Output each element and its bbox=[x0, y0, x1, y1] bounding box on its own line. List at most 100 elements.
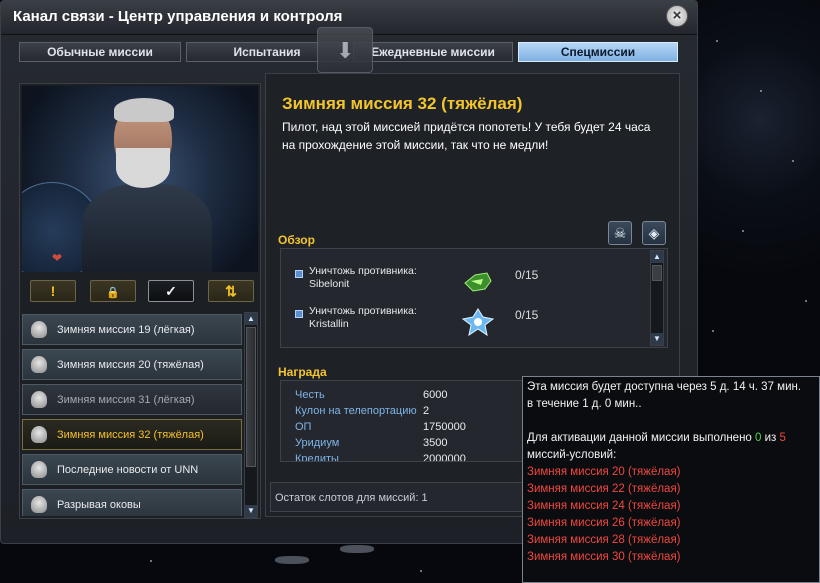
skull-icon bbox=[31, 461, 47, 478]
star bbox=[712, 330, 714, 332]
skull-icon bbox=[31, 356, 47, 373]
skull-icon bbox=[31, 391, 47, 408]
background-ship bbox=[340, 545, 374, 553]
reward-row: Уридиум 3500 bbox=[295, 437, 535, 453]
lock-icon: 🔒 bbox=[106, 287, 120, 299]
mission-list: Зимняя миссия 19 (лёгкая) Зимняя миссия … bbox=[22, 312, 242, 516]
mission-list-item[interactable]: Разрывая оковы bbox=[22, 489, 242, 516]
mission-name: Зимняя миссия 31 (лёгкая) bbox=[57, 394, 195, 406]
mission-name: Зимняя миссия 20 (тяжёлая) bbox=[57, 359, 204, 371]
mission-list-item[interactable]: Зимняя миссия 19 (лёгкая) bbox=[22, 314, 242, 345]
filter-sort-button[interactable]: ⇅ bbox=[208, 280, 254, 302]
reward-name: ОП bbox=[295, 421, 312, 433]
exclamation-icon: ! bbox=[50, 283, 56, 299]
objectives-scrollbar[interactable]: ▲ ▼ bbox=[650, 250, 664, 346]
reward-name: Уридиум bbox=[295, 437, 340, 449]
filter-locked-button[interactable]: 🔒 bbox=[90, 280, 136, 302]
filter-completed-button[interactable]: ✓ bbox=[148, 280, 194, 302]
objective-action: Уничтожь противника: bbox=[309, 265, 417, 277]
star bbox=[716, 40, 718, 42]
scroll-up-icon[interactable]: ▲ bbox=[245, 313, 257, 325]
required-mission: Зимняя миссия 24 (тяжёлая) bbox=[527, 500, 681, 512]
map-button[interactable]: ◈ bbox=[642, 221, 666, 245]
skull-icon bbox=[31, 426, 47, 443]
objective-text: Уничтожь противника: Kristallin bbox=[309, 305, 417, 331]
tooltip-duration: в течение 1 д. 0 мин.. bbox=[527, 398, 642, 410]
objective-row: Уничтожь противника: Kristallin 0/15 bbox=[295, 305, 655, 341]
star bbox=[420, 570, 422, 572]
mission-name: Зимняя миссия 32 (тяжёлая) bbox=[57, 429, 204, 441]
skull-filter-button[interactable]: ☠ bbox=[608, 221, 632, 245]
window-title: Канал связи - Центр управления и контрол… bbox=[13, 8, 343, 25]
scroll-down-icon[interactable]: ▼ bbox=[651, 333, 663, 345]
objective-progress: 0/15 bbox=[515, 308, 539, 322]
tooltip-spacer bbox=[527, 413, 815, 430]
tooltip-activation-status: Для активации данной миссии выполнено 0 … bbox=[527, 430, 815, 447]
mission-filters: ! 🔒 ✓ ⇅ bbox=[28, 280, 258, 304]
objective-row: Уничтожь противника: Sibelonit 0/15 bbox=[295, 265, 655, 301]
star bbox=[792, 160, 794, 162]
tab-regular-missions[interactable]: Обычные миссии bbox=[19, 42, 181, 62]
star bbox=[742, 230, 744, 232]
checkmark-icon: ✓ bbox=[165, 283, 177, 299]
mission-name: Разрывая оковы bbox=[57, 499, 141, 511]
tab-daily-missions[interactable]: Ежедневные миссии bbox=[353, 42, 513, 62]
objective-bullet-icon bbox=[295, 310, 303, 318]
mission-name: Последние новости от UNN bbox=[57, 464, 199, 476]
drag-handle[interactable]: ⬇ bbox=[317, 27, 373, 73]
mission-list-item-selected[interactable]: Зимняя миссия 32 (тяжёлая) bbox=[22, 419, 242, 450]
commander-beard bbox=[116, 148, 170, 188]
reward-value: 6000 bbox=[423, 389, 448, 401]
required-mission: Зимняя миссия 20 (тяжёлая) bbox=[527, 466, 681, 478]
reward-row: Честь 6000 bbox=[295, 389, 535, 405]
mission-slots-remaining: Остаток слотов для миссий: 1 bbox=[270, 482, 526, 512]
objective-text: Уничтожь противника: Sibelonit bbox=[309, 265, 417, 291]
close-button[interactable]: × bbox=[666, 5, 688, 27]
scroll-up-icon[interactable]: ▲ bbox=[651, 251, 663, 263]
swap-arrows-icon: ⇅ bbox=[225, 283, 237, 299]
tooltip-activation-prefix: Для активации данной миссии выполнено bbox=[527, 432, 756, 444]
mission-name: Зимняя миссия 19 (лёгкая) bbox=[57, 324, 195, 336]
mission-list-scrollbar[interactable]: ▲ ▼ bbox=[244, 312, 258, 518]
commander-coat bbox=[82, 184, 212, 272]
overview-header: Обзор bbox=[278, 233, 315, 247]
reward-name: Честь bbox=[295, 389, 325, 401]
mission-list-item[interactable]: Последние новости от UNN bbox=[22, 454, 242, 485]
reward-value: 2 bbox=[423, 405, 430, 417]
reward-row: ОП 1750000 bbox=[295, 421, 535, 437]
heart-icon: ❤ bbox=[52, 251, 63, 265]
objectives-box: Уничтожь противника: Sibelonit 0/15 Уничт… bbox=[280, 248, 668, 348]
scroll-thumb[interactable] bbox=[652, 265, 662, 281]
close-icon: × bbox=[672, 7, 682, 24]
objective-target: Sibelonit bbox=[309, 278, 350, 290]
tooltip-total-count: 5 bbox=[779, 432, 786, 444]
scroll-thumb[interactable] bbox=[246, 327, 256, 467]
required-mission: Зимняя миссия 28 (тяжёлая) bbox=[527, 534, 681, 546]
tab-special-missions[interactable]: Спецмиссии bbox=[518, 42, 678, 62]
skull-icon bbox=[31, 496, 47, 513]
objective-bullet-icon bbox=[295, 270, 303, 278]
background-ship bbox=[275, 556, 309, 564]
star bbox=[805, 300, 807, 302]
reward-header: Награда bbox=[278, 365, 327, 379]
mission-list-panel: ❤ ! 🔒 ✓ ⇅ Зимняя миссия 19 (лёгкая) Зимн… bbox=[19, 83, 261, 519]
reward-value: 3500 bbox=[423, 437, 448, 449]
star bbox=[150, 560, 152, 562]
scroll-down-icon[interactable]: ▼ bbox=[245, 505, 257, 517]
sibelonit-ship-icon bbox=[464, 272, 492, 292]
reward-value: 1750000 bbox=[423, 421, 466, 433]
reward-row: Кулон на телепортацию 2 bbox=[295, 405, 535, 421]
objective-progress: 0/15 bbox=[515, 268, 539, 282]
reward-row: Кредиты 2000000 bbox=[295, 453, 535, 462]
mission-list-item[interactable]: Зимняя миссия 20 (тяжёлая) bbox=[22, 349, 242, 380]
mission-list-item[interactable]: Зимняя миссия 31 (лёгкая) bbox=[22, 384, 242, 415]
filter-available-button[interactable]: ! bbox=[30, 280, 76, 302]
tooltip-conditions-label: миссий-условий: bbox=[527, 449, 617, 461]
kristallin-ship-icon bbox=[461, 308, 495, 337]
tooltip-of: из bbox=[761, 432, 780, 444]
arrow-down-icon: ⬇ bbox=[336, 38, 355, 63]
mission-description: Пилот, над этой миссией придётся попотет… bbox=[282, 120, 651, 152]
reward-value: 2000000 bbox=[423, 453, 466, 462]
skull-icon bbox=[31, 321, 47, 338]
objective-action: Уничтожь противника: bbox=[309, 305, 417, 317]
